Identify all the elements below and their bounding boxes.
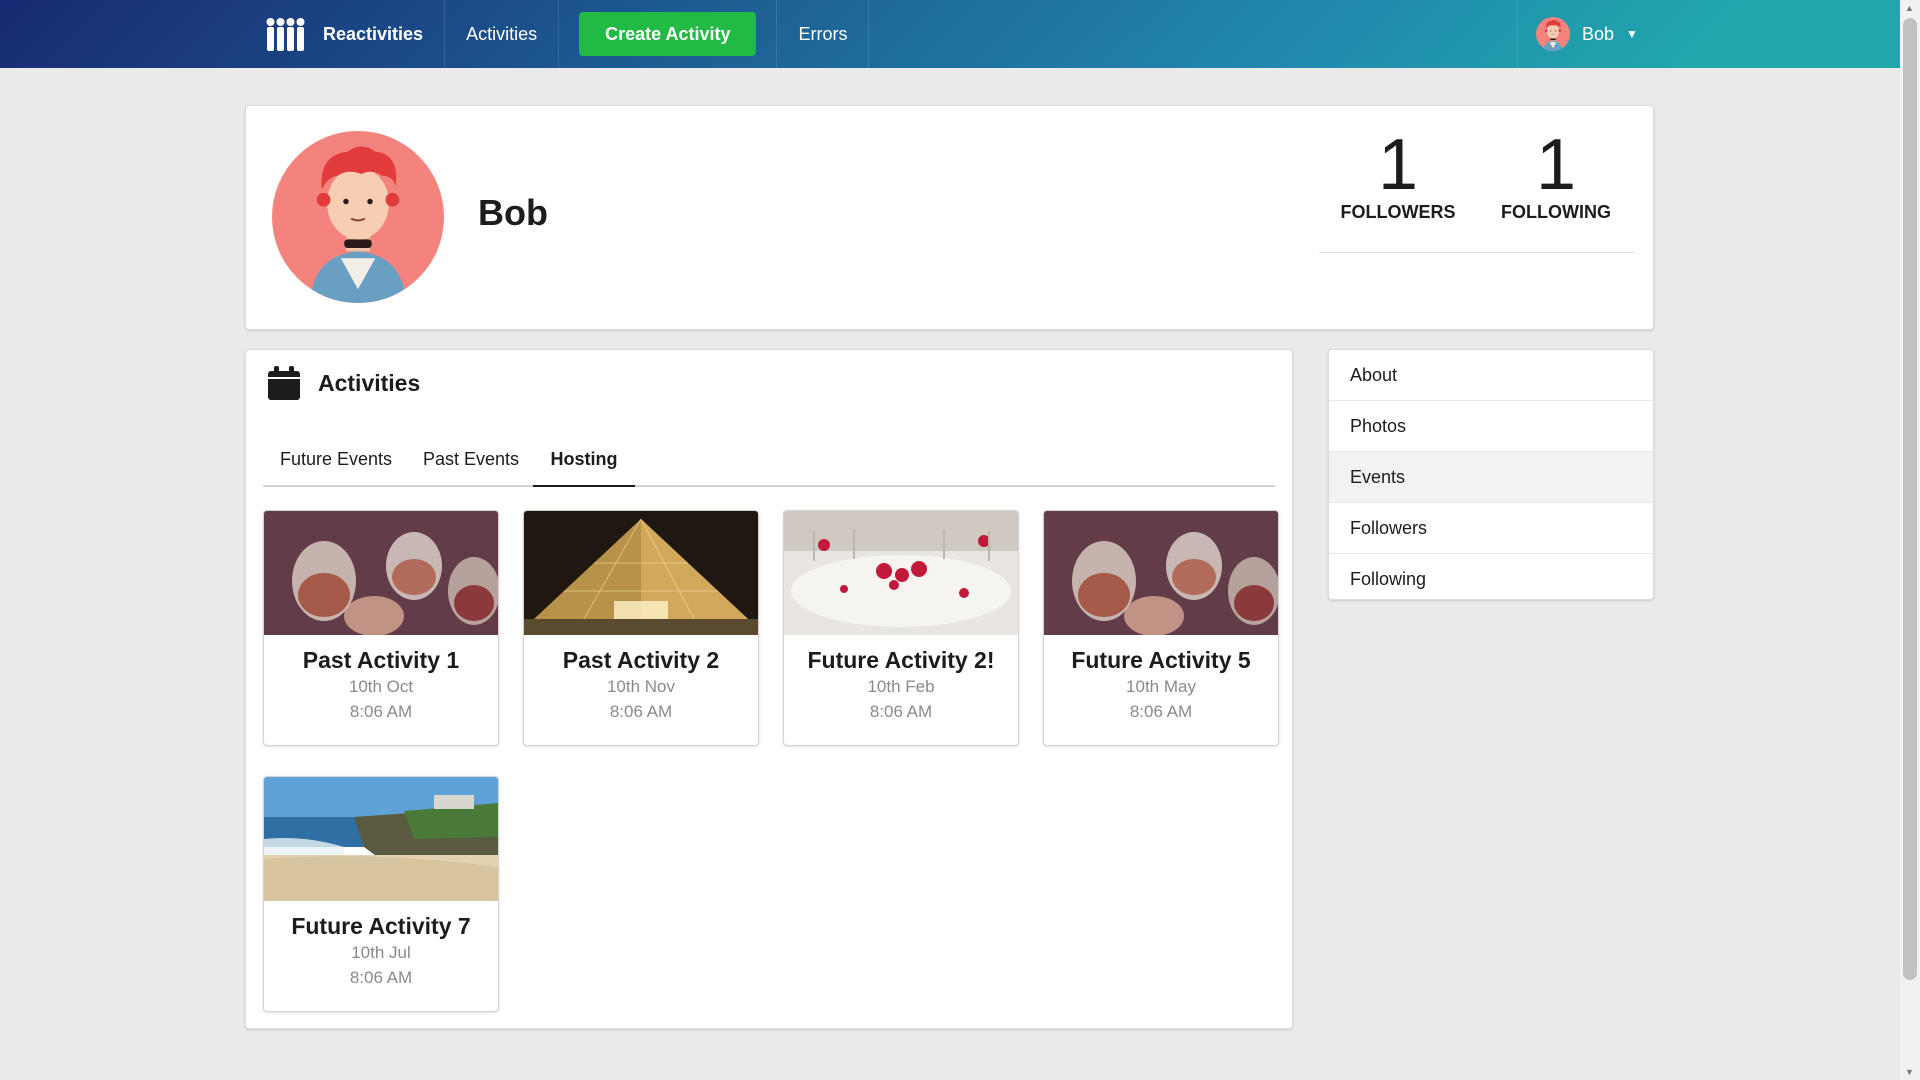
drinks-image bbox=[1044, 511, 1278, 635]
user-menu-dropdown[interactable]: Bob ▼ bbox=[1517, 0, 1682, 68]
menu-item-followers[interactable]: Followers bbox=[1329, 503, 1653, 554]
card-date: 10th Jul bbox=[351, 943, 411, 962]
card-time: 8:06 AM bbox=[609, 702, 673, 721]
card-title: Past Activity 2 bbox=[562, 647, 720, 673]
activity-card[interactable]: Past Activity 2 10th Nov 8:06 AM bbox=[523, 510, 759, 746]
card-title: Future Activity 5 bbox=[1071, 647, 1251, 673]
nav-activities-link[interactable]: Activities bbox=[445, 0, 560, 68]
menu-item-photos[interactable]: Photos bbox=[1329, 401, 1653, 452]
activity-card[interactable]: Past Activity 1 10th Oct 8:06 AM bbox=[263, 510, 499, 746]
card-time: 8:06 AM bbox=[349, 968, 413, 987]
following-label: FOLLOWING bbox=[1501, 202, 1611, 222]
profile-avatar bbox=[272, 131, 444, 303]
activities-title: Activities bbox=[318, 369, 421, 396]
card-title: Past Activity 1 bbox=[302, 647, 460, 673]
tab-future-events[interactable]: Future Events bbox=[263, 435, 409, 485]
card-date: 10th May bbox=[1126, 677, 1196, 696]
nav-activities-label: Activities bbox=[466, 23, 538, 44]
card-title: Future Activity 2! bbox=[807, 647, 995, 673]
card-title: Future Activity 7 bbox=[291, 913, 471, 939]
scroll-up-icon[interactable]: ▲ bbox=[1905, 3, 1914, 13]
menu-item-events[interactable]: Events bbox=[1329, 452, 1653, 503]
travel-image bbox=[264, 777, 498, 901]
card-date: 10th Oct bbox=[348, 677, 414, 696]
reactivities-logo-icon bbox=[266, 18, 305, 51]
tab-past-events[interactable]: Past Events bbox=[409, 435, 533, 485]
brand-home-link[interactable]: Reactivities bbox=[249, 0, 446, 68]
activities-tabs: Future Events Past Events Hosting bbox=[263, 435, 1275, 487]
card-date: 10th Nov bbox=[606, 677, 676, 696]
profile-name: Bob bbox=[478, 192, 548, 233]
brand-label: Reactivities bbox=[323, 23, 424, 44]
stats-divider bbox=[1319, 252, 1635, 253]
profile-side-menu: About Photos Events Followers Following bbox=[1328, 349, 1654, 600]
menu-item-about[interactable]: About bbox=[1329, 350, 1653, 401]
culture-image bbox=[524, 511, 758, 635]
create-activity-button[interactable]: Create Activity bbox=[579, 12, 757, 56]
followers-stat: 1 FOLLOWERS bbox=[1319, 124, 1477, 223]
profile-header: Bob 1 FOLLOWERS 1 FOLLOWING bbox=[245, 105, 1654, 330]
profile-stats: 1 FOLLOWERS 1 FOLLOWING bbox=[1319, 124, 1635, 342]
nav-errors-label: Errors bbox=[798, 23, 848, 44]
activity-card[interactable]: Future Activity 7 10th Jul 8:06 AM bbox=[263, 776, 499, 1012]
activity-card[interactable]: Future Activity 2! 10th Feb 8:06 AM bbox=[783, 510, 1019, 746]
dropdown-caret-icon: ▼ bbox=[1626, 27, 1638, 41]
card-date: 10th Feb bbox=[867, 677, 935, 696]
menu-item-following[interactable]: Following bbox=[1329, 554, 1653, 599]
following-stat: 1 FOLLOWING bbox=[1477, 124, 1635, 223]
calendar-icon bbox=[268, 366, 300, 400]
user-name: Bob bbox=[1582, 23, 1615, 44]
tab-hosting[interactable]: Hosting bbox=[533, 435, 635, 487]
user-avatar bbox=[1536, 17, 1570, 51]
scroll-down-icon[interactable]: ▼ bbox=[1905, 1067, 1914, 1077]
nav-errors-link[interactable]: Errors bbox=[777, 0, 870, 68]
scrollbar-thumb[interactable] bbox=[1903, 18, 1917, 980]
card-time: 8:06 AM bbox=[1129, 702, 1193, 721]
food-image bbox=[784, 511, 1018, 635]
activity-card[interactable]: Future Activity 5 10th May 8:06 AM bbox=[1043, 510, 1279, 746]
followers-count: 1 bbox=[1377, 125, 1419, 205]
followers-label: FOLLOWERS bbox=[1340, 202, 1456, 222]
create-activity-wrap: Create Activity bbox=[559, 0, 778, 68]
activities-panel: Activities Future Events Past Events Hos… bbox=[245, 349, 1293, 1029]
activities-header: Activities bbox=[268, 366, 420, 400]
card-time: 8:06 AM bbox=[869, 702, 933, 721]
page-scrollbar[interactable]: ▲ ▼ bbox=[1900, 0, 1920, 1080]
card-time: 8:06 AM bbox=[349, 702, 413, 721]
top-navbar: Reactivities Activities Create Activity … bbox=[0, 0, 1900, 68]
following-count: 1 bbox=[1535, 125, 1577, 205]
drinks-image bbox=[264, 511, 498, 635]
